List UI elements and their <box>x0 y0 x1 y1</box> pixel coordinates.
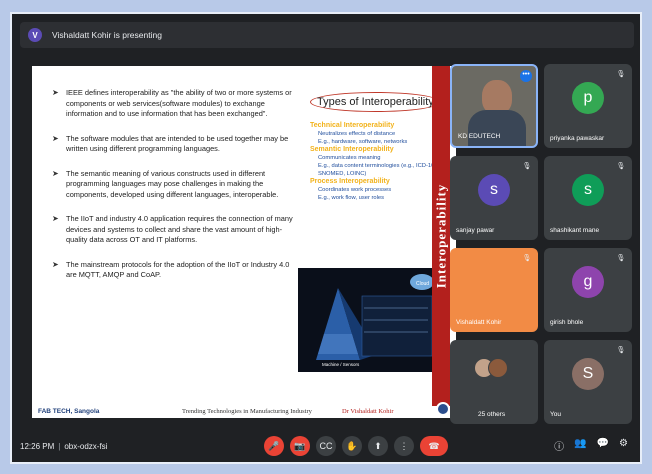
type-item: Neutralizes effects of distance <box>318 131 396 137</box>
meeting-time: 12:26 PM <box>20 441 55 451</box>
participant-avatar: p <box>572 81 604 114</box>
raise-hand-button[interactable]: ✋ <box>342 436 362 456</box>
arrow-icon: ➤ <box>52 214 59 223</box>
chat-icon[interactable]: 💬 <box>597 438 609 453</box>
pyramid-graphic: Cloud Machine / Sensors <box>298 268 438 372</box>
type-category: Process Interoperability <box>310 178 390 185</box>
slide-side-title: Interoperability <box>433 183 448 289</box>
presenter-avatar: V <box>28 28 42 42</box>
slide-bullet: ➤ The IIoT and industry 4.0 application r… <box>52 214 293 244</box>
video-person-head <box>482 80 512 114</box>
meeting-code: obx-odzx-fsi <box>64 441 108 451</box>
present-button[interactable]: ⬆ <box>368 436 388 456</box>
participant-avatar: g <box>572 265 604 298</box>
type-category: Technical Interoperability <box>310 122 395 129</box>
participant-tile[interactable]: 🎙 s sanjay pawar <box>450 156 538 240</box>
captions-button[interactable]: CC <box>316 436 336 456</box>
mic-muted-icon: 🎙 <box>616 255 626 262</box>
slide-bullet: ➤ IEEE defines interoperability as "the a… <box>52 88 292 118</box>
type-item: E.g., hardware, software, networks <box>318 139 408 145</box>
participant-avatar: s <box>572 173 604 206</box>
participant-name: KD EDUTECH <box>458 133 501 140</box>
slide-bullet: ➤ The mainstream protocols for the adopti… <box>52 259 290 280</box>
participant-tile-presenter[interactable]: 🎙 Vishaldatt Kohir <box>450 248 538 332</box>
mic-muted-icon: 🎙 <box>616 163 626 170</box>
slide-bullet: ➤ The software modules that are intended … <box>52 133 289 154</box>
video-person-body <box>468 110 526 146</box>
meeting-side-controls: ⓘ 👥 💬 ⚙ <box>554 438 628 453</box>
slide-bullets: ➤ IEEE defines interoperability as "the a… <box>52 88 302 295</box>
participant-name: girish bhole <box>550 319 584 326</box>
footer-middle: Trending Technologies in Manufacturing I… <box>182 408 312 415</box>
info-icon[interactable]: ⓘ <box>554 438 564 453</box>
participant-tile[interactable]: 🎙 p priyanka pawaskar <box>544 64 632 148</box>
arrow-icon: ➤ <box>52 168 59 178</box>
more-options-icon[interactable]: ••• <box>520 70 532 82</box>
slide-side-banner: Interoperability <box>432 66 450 406</box>
participant-name: priyanka pawaskar <box>550 135 605 142</box>
participant-name: You <box>550 411 561 418</box>
mic-muted-icon: 🎙 <box>522 255 532 262</box>
leave-call-button[interactable]: ☎ <box>420 436 448 456</box>
meeting-bottom-bar: 12:26 PM | obx-odzx-fsi 🎤 📷 CC ✋ ⬆ ⋮ ☎ ⓘ… <box>20 434 634 458</box>
activities-icon[interactable]: ⚙ <box>619 438 628 453</box>
participant-tile-self[interactable]: 🎙 S You <box>544 340 632 424</box>
type-item: E.g., work flow, user roles <box>318 195 385 201</box>
diagram-label-base: Machine / Sensors <box>322 362 360 367</box>
pyramid-diagram: Cloud Machine / Sensors <box>298 268 438 372</box>
participant-name: Vishaldatt Kohir <box>456 319 502 326</box>
type-category: Semantic Interoperability <box>310 146 394 153</box>
separator: | <box>58 441 61 451</box>
type-item: Coordinates work processes <box>318 187 392 193</box>
camera-off-button[interactable]: 📷 <box>290 436 310 456</box>
participant-name: sanjay pawar <box>456 227 495 234</box>
slide-footer: FAB TECH, Sangola Trending Technologies … <box>32 408 456 418</box>
types-title: Types of Interoperability <box>310 92 441 112</box>
arrow-icon: ➤ <box>52 259 59 269</box>
footer-left: FAB TECH, Sangola <box>38 408 100 415</box>
footer-right: Dr Vishaldatt Kohir <box>342 408 394 415</box>
participant-name: shashikant mane <box>550 227 600 234</box>
participant-name: 25 others <box>478 411 506 418</box>
avatar <box>488 358 508 378</box>
arrow-icon: ➤ <box>52 88 59 97</box>
presenting-banner: V Vishaldatt Kohir is presenting <box>20 22 634 48</box>
diagram-label-cloud: Cloud <box>416 281 429 287</box>
meet-window: V Vishaldatt Kohir is presenting ➤ IEEE d… <box>10 12 642 464</box>
mic-muted-icon: 🎙 <box>616 347 626 354</box>
more-options-button[interactable]: ⋮ <box>394 436 414 456</box>
mic-muted-icon: 🎙 <box>522 163 532 170</box>
participant-tile[interactable]: 🎙 g girish bhole <box>544 248 632 332</box>
participant-tile-video[interactable]: ••• KD EDUTECH <box>450 64 538 148</box>
arrow-icon: ➤ <box>52 133 59 143</box>
mic-off-button[interactable]: 🎤 <box>264 436 284 456</box>
type-item: E.g., data content terminologies (e.g., … <box>318 163 436 177</box>
participant-avatar: S <box>572 357 604 390</box>
participant-tile-others[interactable]: 25 others <box>450 340 538 424</box>
type-item: Communicates meaning <box>318 155 381 161</box>
presenting-text: Vishaldatt Kohir is presenting <box>52 30 162 40</box>
participant-avatar: s <box>478 173 510 206</box>
shared-slide: ➤ IEEE defines interoperability as "the a… <box>32 66 456 418</box>
types-list: Technical Interoperability Neutralizes e… <box>310 122 440 202</box>
mic-muted-icon: 🎙 <box>616 71 626 78</box>
people-icon[interactable]: 👥 <box>574 438 586 453</box>
others-avatars <box>474 358 508 378</box>
call-controls: 🎤 📷 CC ✋ ⬆ ⋮ ☎ <box>264 436 448 456</box>
slide-bullet: ➤ The semantic meaning of various constru… <box>52 168 279 199</box>
participant-tile[interactable]: 🎙 s shashikant mane <box>544 156 632 240</box>
